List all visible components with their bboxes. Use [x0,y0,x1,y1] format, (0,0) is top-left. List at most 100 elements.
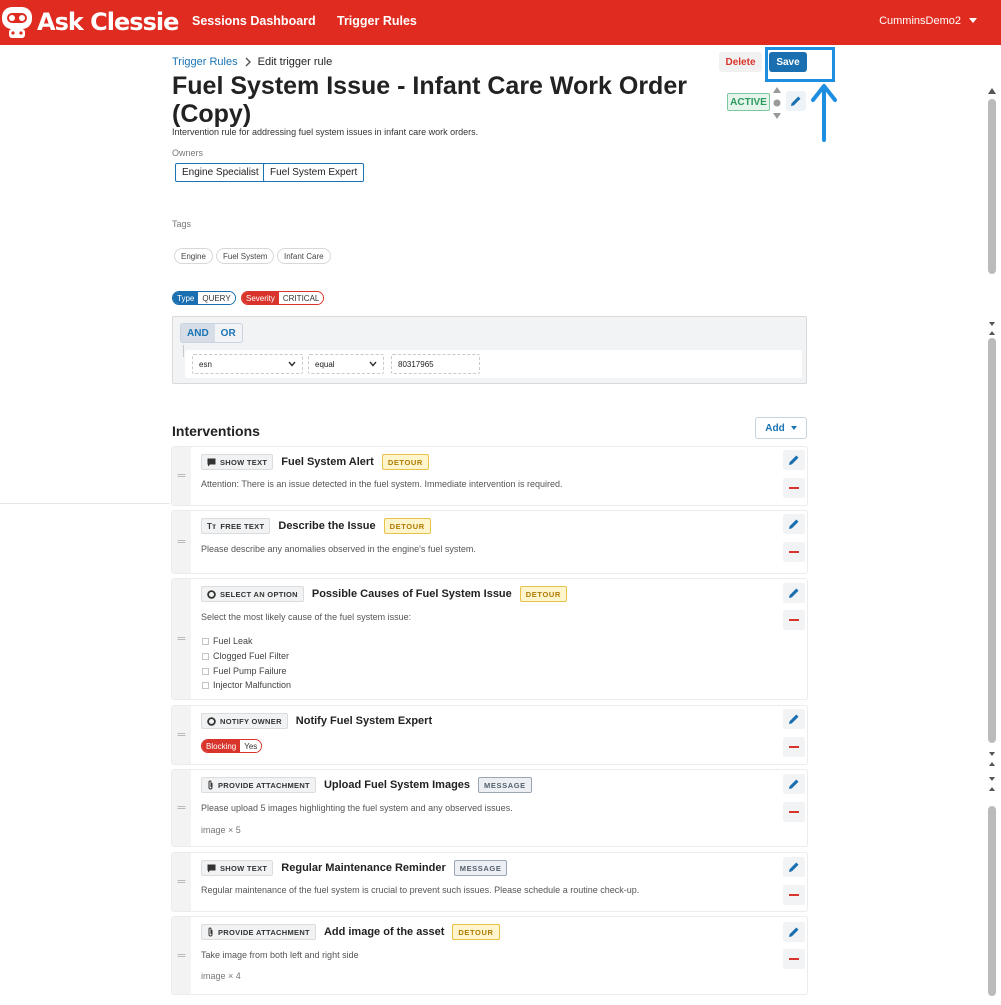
drag-handle-icon[interactable]: ═ [172,853,191,911]
message-badge: MESSAGE [453,860,508,876]
operator-select[interactable]: equal [308,354,384,374]
pencil-icon [789,779,799,789]
pencil-icon [789,862,799,872]
blocking-key: Blocking [202,740,241,752]
intervention-text: Attention: There is an issue detected in… [201,479,563,489]
minus-icon [789,619,799,621]
edit-intervention-button[interactable] [783,922,805,942]
remove-intervention-button[interactable] [783,802,805,822]
edit-intervention-button[interactable] [783,709,805,729]
owner-chip-fuel-system-expert[interactable]: Fuel System Expert [263,163,365,182]
edit-intervention-button[interactable] [783,514,805,534]
pencil-icon [789,714,799,724]
brand-name: Ask Clessie [37,8,179,36]
minus-icon [789,487,799,489]
edit-intervention-button[interactable] [783,450,805,470]
intervention-text: Regular maintenance of the fuel system i… [201,885,640,895]
edit-intervention-button[interactable] [783,583,805,603]
option-item[interactable]: Injector Malfunction [202,680,291,690]
status-stepper-icon[interactable] [771,85,783,121]
attachment-count: image × 5 [201,825,241,835]
paperclip-icon [208,927,213,937]
option-item[interactable]: Clogged Fuel Filter [202,651,289,661]
tag-chip-fuel-system[interactable]: Fuel System [216,248,275,264]
drag-handle-icon[interactable]: ═ [172,917,191,994]
option-item[interactable]: Fuel Pump Failure [202,666,287,676]
remove-intervention-button[interactable] [783,737,805,757]
delete-button[interactable]: Delete [719,52,762,72]
rule-title: Fuel System Issue - Infant Care Work Ord… [172,72,687,128]
vertical-scrollbar[interactable] [986,85,998,1000]
checkbox[interactable] [202,652,209,660]
drag-handle-icon[interactable]: ═ [172,706,191,764]
user-menu[interactable]: CumminsDemo2 [879,15,977,27]
nav-sessions-dashboard[interactable]: Sessions Dashboard [192,14,316,28]
radio-icon [207,589,216,599]
and-button[interactable]: AND [181,324,215,342]
intervention-title: Regular Maintenance Reminder [281,862,446,874]
text-format-icon: Tт [207,521,217,531]
save-highlight-box [765,47,835,82]
intervention-title: Fuel System Alert [281,456,374,468]
operator-select-value: equal [315,359,335,369]
condition-row: esn equal 80317965 [185,350,802,378]
drag-handle-icon[interactable]: ═ [172,579,191,699]
intervention-card: ═ SELECT AN OPTION Possible Causes of Fu… [172,579,807,699]
drag-handle-icon[interactable]: ═ [172,511,191,573]
breadcrumb-trigger-rules[interactable]: Trigger Rules [172,56,238,68]
value-input[interactable]: 80317965 [391,354,480,374]
edit-intervention-button[interactable] [783,857,805,877]
option-label: Injector Malfunction [213,680,292,690]
intervention-card: ═ SHOW TEXT Regular Maintenance Reminder… [172,853,807,911]
attachment-count: image × 4 [201,971,241,981]
paperclip-icon [208,780,213,790]
field-select-value: esn [199,359,212,369]
intervention-card: ═ NOTIFY OWNER Notify Fuel System Expert… [172,706,807,764]
remove-intervention-button[interactable] [783,885,805,905]
add-intervention-button[interactable]: Add [755,417,807,439]
remove-intervention-button[interactable] [783,542,805,562]
type-chip: SHOW TEXT [201,454,274,470]
arrow-up-icon [811,84,837,142]
brand-logo[interactable]: Ask Clessie [0,4,179,40]
tag-chip-infant-care[interactable]: Infant Care [277,248,331,264]
remove-intervention-button[interactable] [783,610,805,630]
edit-intervention-button[interactable] [783,774,805,794]
minus-icon [789,811,799,813]
drag-handle-icon[interactable]: ═ [172,770,191,846]
owner-chip-engine-specialist[interactable]: Engine Specialist [175,163,266,182]
value-input-text: 80317965 [398,359,434,369]
minus-icon [789,958,799,960]
intervention-card: ═ SHOW TEXT Fuel System Alert DETOUR Att… [172,447,807,505]
checkbox[interactable] [202,637,209,645]
remove-intervention-button[interactable] [783,949,805,969]
remove-intervention-button[interactable] [783,478,805,498]
type-chip-label: FREE TEXT [220,521,265,531]
intervention-title: Describe the Issue [278,520,376,532]
tag-chip-engine[interactable]: Engine [174,248,213,264]
intervention-card: ═ PROVIDE ATTACHMENT Add image of the as… [172,917,807,994]
option-item[interactable]: Fuel Leak [202,636,253,646]
field-select[interactable]: esn [192,354,303,374]
checkbox[interactable] [202,681,209,689]
or-button[interactable]: OR [215,324,242,342]
rule-description: Intervention rule for addressing fuel sy… [172,127,479,137]
chevron-right-icon [245,57,251,67]
interventions-heading: Interventions [172,423,260,439]
intervention-text: Please upload 5 images highlighting the … [201,803,513,813]
caret-down-icon [969,18,977,23]
nav-trigger-rules[interactable]: Trigger Rules [337,14,417,28]
checkbox[interactable] [202,667,209,675]
add-button-label: Add [765,422,785,434]
minus-icon [789,746,799,748]
chevron-down-icon [369,361,377,367]
intervention-title: Add image of the asset [323,926,445,938]
edit-title-button[interactable] [786,91,806,111]
type-pill: Type QUERY [172,291,236,305]
condition-connector [183,345,184,357]
drag-handle-icon[interactable]: ═ [172,447,191,505]
status-badge[interactable]: ACTIVE [727,93,770,111]
pencil-icon [791,96,801,106]
caret-down-icon [790,426,797,430]
type-chip-label: NOTIFY OWNER [220,716,282,726]
